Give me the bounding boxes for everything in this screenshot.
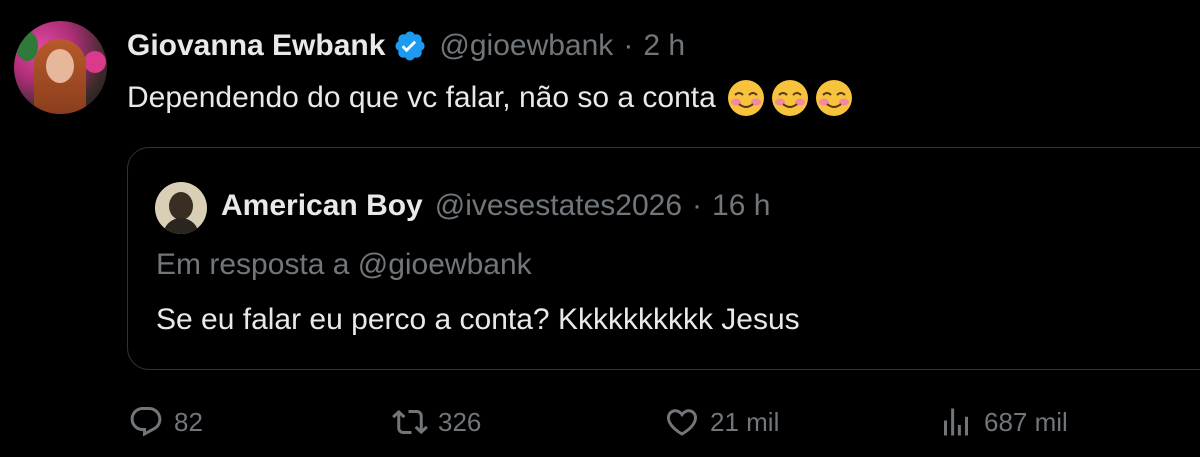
reply-button[interactable]: 82 <box>128 404 203 440</box>
tweet-timestamp[interactable]: 2 h <box>643 26 685 66</box>
heart-icon <box>666 409 698 436</box>
reply-count: 82 <box>174 407 203 437</box>
avatar-face <box>46 49 74 83</box>
retweet-button[interactable]: 326 <box>392 404 481 440</box>
blushing-smile-emoji-icon <box>727 80 764 116</box>
like-button[interactable]: 21 mil <box>664 404 779 440</box>
quoted-author-handle[interactable]: @ivesestates2026 <box>435 186 682 226</box>
verified-badge-icon <box>395 31 425 61</box>
tweet-text: Dependendo do que vc falar, não so a con… <box>127 78 854 118</box>
quoted-avatar-head <box>169 192 193 220</box>
header-separator: · <box>623 29 634 62</box>
tweet-text-content: Dependendo do que vc falar, não so a con… <box>127 81 716 114</box>
quoted-tweet-text: Se eu falar eu perco a conta? Kkkkkkkkkk… <box>156 303 800 336</box>
blushing-smile-emoji-icon <box>815 80 852 116</box>
views-count: 687 mil <box>984 407 1068 437</box>
reply-icon <box>130 407 162 437</box>
tweet-header: Giovanna Ewbank @gioewbank · 2 h <box>127 26 685 66</box>
blushing-smile-emoji-icon <box>771 80 808 116</box>
quoted-tweet-timestamp: 16 h <box>712 189 771 222</box>
author-avatar[interactable] <box>14 21 107 114</box>
quoted-tweet[interactable]: American Boy @ivesestates2026 · 16 h Em … <box>127 147 1200 370</box>
retweet-count: 326 <box>438 407 482 437</box>
quoted-author-name[interactable]: American Boy <box>221 186 423 226</box>
tweet-card[interactable]: Giovanna Ewbank @gioewbank · 2 h Depende… <box>0 0 1200 457</box>
quoted-header-separator: · <box>692 189 703 222</box>
author-handle[interactable]: @gioewbank <box>439 26 613 66</box>
avatar-flower <box>84 51 106 73</box>
quoted-author-avatar[interactable] <box>155 182 207 234</box>
quoted-avatar-body <box>163 218 199 234</box>
author-name[interactable]: Giovanna Ewbank <box>127 26 385 66</box>
views-chart-icon <box>944 408 968 436</box>
retweet-icon <box>392 409 428 435</box>
reply-context: Em resposta a @gioewbank <box>156 248 532 281</box>
like-count: 21 mil <box>710 407 780 437</box>
quoted-tweet-header: American Boy @ivesestates2026 · 16 h <box>221 186 770 226</box>
views-button[interactable]: 687 mil <box>938 404 1068 440</box>
action-bar: 82 326 21 mil 687 mil <box>0 398 1200 448</box>
